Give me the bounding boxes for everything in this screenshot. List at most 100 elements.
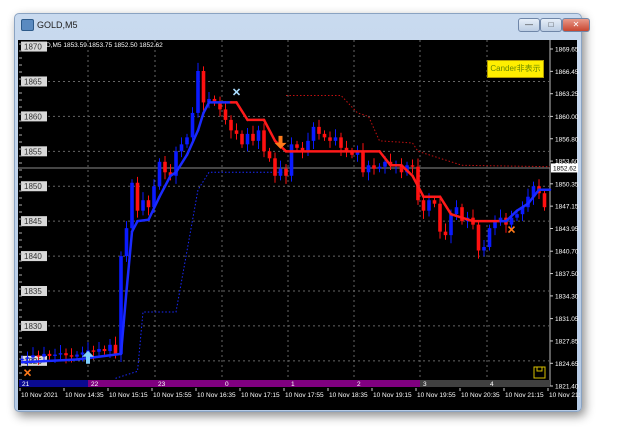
right-axis-label: 1840.70 bbox=[555, 249, 579, 256]
candle-body bbox=[317, 126, 321, 134]
candle-body bbox=[141, 200, 145, 211]
x-axis-label: 10 Nov 21: bbox=[549, 392, 581, 399]
candle-body bbox=[278, 168, 283, 176]
hour-bar-segment bbox=[420, 380, 487, 387]
right-axis-label: 1856.80 bbox=[555, 136, 579, 143]
candle-body bbox=[284, 168, 288, 176]
hour-bar-label: 2 bbox=[357, 381, 361, 388]
candle-body bbox=[234, 130, 239, 134]
x-axis-label: 10 Nov 18:35 bbox=[329, 392, 368, 399]
candle-body bbox=[410, 165, 415, 167]
left-axis-label: 1870 bbox=[24, 43, 42, 52]
hour-bar-label: 23 bbox=[158, 381, 166, 388]
candle-body bbox=[163, 161, 167, 173]
chart-info-text: D,M5 1853.59 1853.75 1852.50 1852.62 bbox=[46, 42, 163, 49]
candle-body bbox=[311, 126, 316, 141]
x-axis-label: 10 Nov 16:35 bbox=[197, 392, 236, 399]
candle-body bbox=[366, 165, 371, 173]
hour-bar-label: 0 bbox=[225, 381, 229, 388]
candle-body bbox=[130, 182, 134, 229]
x-axis-label: 10 Nov 19:55 bbox=[417, 392, 456, 399]
x-axis-label: 10 Nov 15:15 bbox=[109, 392, 148, 399]
candle-body bbox=[240, 133, 244, 145]
candle-body bbox=[223, 109, 228, 120]
candle-body bbox=[377, 166, 382, 169]
hour-bar-segment bbox=[19, 380, 88, 387]
candle-body bbox=[179, 144, 184, 152]
hour-bar-label: 3 bbox=[423, 381, 427, 388]
right-axis-label: 1824.65 bbox=[555, 361, 579, 368]
x-axis-label: 10 Nov 21:15 bbox=[505, 392, 544, 399]
right-axis-label: 1866.45 bbox=[555, 69, 579, 76]
candle-body bbox=[476, 224, 481, 251]
candle-body bbox=[289, 144, 294, 176]
candle-body bbox=[75, 354, 79, 357]
candle-body bbox=[91, 350, 96, 352]
left-axis-label: 1865 bbox=[24, 77, 42, 86]
candle-body bbox=[31, 355, 35, 358]
hour-bar-label: 1 bbox=[291, 381, 295, 388]
candle-body bbox=[42, 353, 46, 357]
hour-bar-segment bbox=[487, 380, 550, 387]
right-axis-label: 1834.30 bbox=[555, 293, 579, 300]
trend-line-segment bbox=[136, 218, 150, 223]
candle-body bbox=[295, 144, 299, 148]
candle-body bbox=[267, 151, 272, 159]
x-axis-label: 10 Nov 19:15 bbox=[373, 392, 412, 399]
candle-body bbox=[97, 348, 101, 352]
candle-body bbox=[53, 354, 57, 356]
candle-hide-button[interactable]: Cander非表示 bbox=[487, 60, 544, 78]
right-axis-label: 1869.65 bbox=[555, 47, 579, 54]
candle-body bbox=[427, 200, 431, 211]
candle-body bbox=[58, 353, 63, 355]
candle-body bbox=[361, 151, 365, 173]
x-axis-label: 10 Nov 17:15 bbox=[241, 392, 280, 399]
candle-body bbox=[339, 137, 343, 148]
candle-body bbox=[102, 348, 107, 352]
candle-body bbox=[69, 355, 74, 357]
candle-body bbox=[245, 133, 250, 145]
hour-bar-label: 22 bbox=[91, 381, 99, 388]
candle-body bbox=[482, 247, 486, 251]
candle-body bbox=[273, 158, 277, 176]
candle-body bbox=[515, 214, 519, 218]
x-axis-label: 10 Nov 14:35 bbox=[65, 392, 104, 399]
x-axis-label: 10 Nov 2021 bbox=[21, 392, 58, 399]
current-price-label: 1852.62 bbox=[553, 165, 577, 172]
x-axis-label: 10 Nov 15:55 bbox=[153, 392, 192, 399]
candle-body bbox=[542, 193, 547, 208]
right-axis-label: 1847.15 bbox=[555, 204, 579, 211]
x-axis-label: 10 Nov 17:55 bbox=[285, 392, 324, 399]
candle-body bbox=[372, 165, 376, 169]
right-axis-label: 1827.85 bbox=[555, 338, 579, 345]
candle-body bbox=[64, 353, 68, 356]
candle-body bbox=[196, 71, 200, 113]
candle-body bbox=[20, 358, 24, 361]
candle-body bbox=[36, 355, 41, 357]
candle-body bbox=[229, 119, 233, 131]
left-axis-label: 1850 bbox=[24, 182, 42, 191]
left-axis-label: 1840 bbox=[24, 252, 42, 261]
candle-body bbox=[124, 228, 129, 257]
right-axis-label: 1821.40 bbox=[555, 384, 579, 391]
candle-body bbox=[25, 357, 30, 359]
candle-body bbox=[383, 161, 387, 167]
candle-body bbox=[454, 207, 459, 215]
candle-body bbox=[185, 137, 189, 145]
candle-body bbox=[201, 71, 206, 103]
candle-body bbox=[449, 214, 453, 236]
right-axis-label: 1863.25 bbox=[555, 91, 579, 98]
candle-body bbox=[146, 200, 151, 208]
hour-bar-segment bbox=[354, 380, 420, 387]
candle-body bbox=[443, 231, 448, 236]
left-axis-label: 1830 bbox=[24, 322, 42, 331]
candle-body bbox=[438, 203, 442, 232]
candle-body bbox=[113, 344, 118, 354]
candle-body bbox=[306, 140, 310, 152]
left-axis-label: 1855 bbox=[24, 147, 42, 156]
hour-bar-label: 21 bbox=[22, 381, 30, 388]
right-axis-label: 1850.35 bbox=[555, 181, 579, 188]
hour-bar-segment bbox=[288, 380, 354, 387]
candle-body bbox=[328, 137, 332, 141]
candle-body bbox=[487, 228, 492, 248]
